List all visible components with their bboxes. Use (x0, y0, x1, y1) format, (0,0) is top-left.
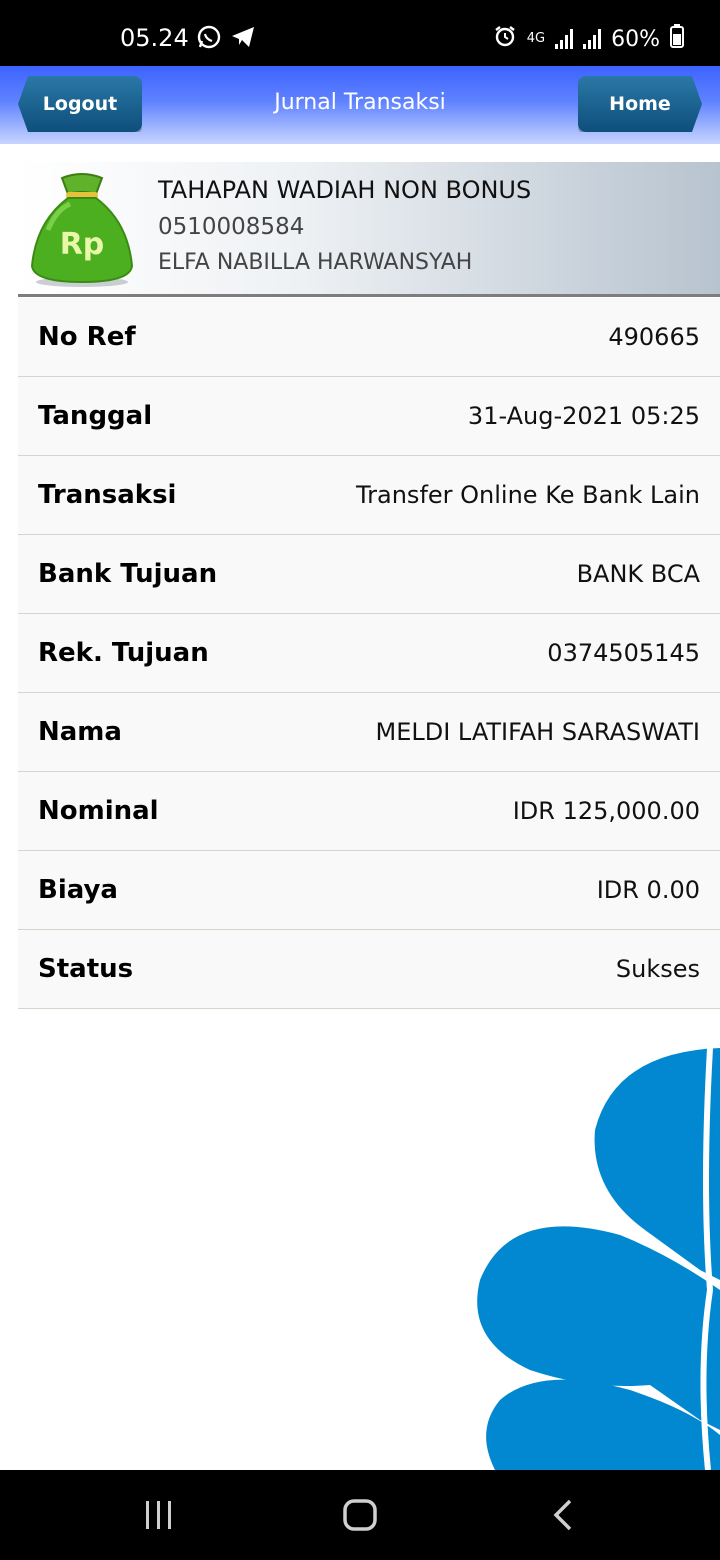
battery-icon (670, 24, 684, 54)
detail-row-rek-tujuan: Rek. Tujuan 0374505145 (18, 614, 720, 693)
detail-row-tanggal: Tanggal 31-Aug-2021 05:25 (18, 377, 720, 456)
detail-value: 31-Aug-2021 05:25 (467, 402, 700, 430)
home-button[interactable]: Home (578, 76, 702, 132)
detail-label: Transaksi (38, 480, 177, 510)
status-time: 05.24 (120, 24, 189, 52)
detail-label: Status (38, 954, 134, 984)
alarm-icon (493, 24, 517, 54)
detail-row-status: Status Sukses (18, 930, 720, 1009)
detail-row-nominal: Nominal IDR 125,000.00 (18, 772, 720, 851)
money-bag-icon: Rp (26, 170, 138, 288)
network-type: 4G (526, 31, 546, 46)
detail-row-transaksi: Transaksi Transfer Online Ke Bank Lain (18, 456, 720, 535)
signal-icon (555, 29, 574, 49)
logout-button[interactable]: Logout (18, 76, 142, 132)
status-right-group: 4G 60% (493, 24, 684, 54)
detail-label: Bank Tujuan (38, 559, 218, 589)
detail-label: Biaya (38, 875, 118, 905)
detail-value: 490665 (608, 323, 700, 351)
app-header: Logout Jurnal Transaksi Home (0, 66, 720, 144)
detail-label: Rek. Tujuan (38, 638, 209, 668)
detail-value: IDR 0.00 (596, 876, 700, 904)
bank-logo-watermark (440, 1040, 720, 1471)
detail-row-bank-tujuan: Bank Tujuan BANK BCA (18, 535, 720, 614)
detail-label: Tanggal (38, 401, 153, 431)
detail-label: Nominal (38, 796, 159, 826)
detail-label: No Ref (38, 322, 136, 352)
detail-row-no-ref: No Ref 490665 (18, 298, 720, 377)
detail-value: IDR 125,000.00 (512, 797, 700, 825)
detail-row-nama: Nama MELDI LATIFAH SARASWATI (18, 693, 720, 772)
account-holder: ELFA NABILLA HARWANSYAH (158, 250, 473, 275)
telegram-icon (230, 24, 256, 56)
signal-icon-2 (583, 29, 602, 49)
detail-value: Sukses (615, 955, 700, 983)
whatsapp-icon (196, 24, 222, 56)
account-product: TAHAPAN WADIAH NON BONUS (158, 176, 532, 204)
status-bar: 05.24 4G 60% (0, 0, 720, 66)
page-title: Jurnal Transaksi (274, 90, 446, 115)
recent-apps-icon[interactable] (144, 1495, 174, 1539)
detail-value: BANK BCA (576, 560, 700, 588)
detail-value: 0374505145 (547, 639, 700, 667)
money-bag-label: Rp (60, 227, 105, 262)
home-circle-icon[interactable] (342, 1495, 378, 1539)
detail-label: Nama (38, 717, 122, 747)
account-card: Rp TAHAPAN WADIAH NON BONUS 0510008584 E… (18, 162, 720, 297)
detail-row-biaya: Biaya IDR 0.00 (18, 851, 720, 930)
detail-value: MELDI LATIFAH SARASWATI (375, 718, 700, 746)
system-nav-bar (0, 1470, 720, 1560)
battery-percent: 60% (611, 26, 660, 52)
detail-value: Transfer Online Ke Bank Lain (356, 481, 700, 509)
back-icon[interactable] (548, 1495, 578, 1539)
account-number: 0510008584 (158, 214, 305, 240)
transaction-details: No Ref 490665 Tanggal 31-Aug-2021 05:25 … (18, 298, 720, 1009)
